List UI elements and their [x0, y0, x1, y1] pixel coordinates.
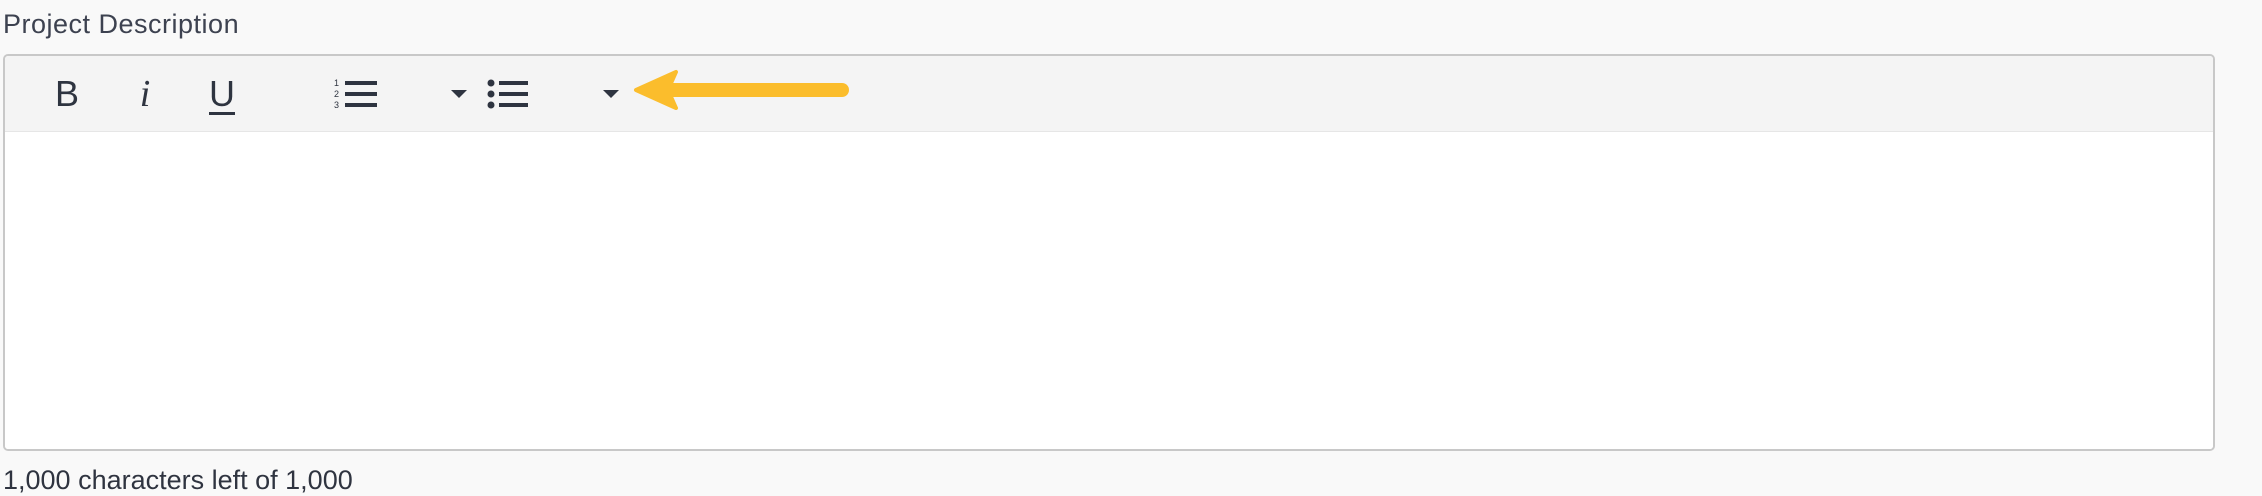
underline-button[interactable]: U	[197, 70, 247, 118]
ordered-list-button[interactable]: 1 2 3	[329, 70, 383, 118]
unordered-list-dropdown[interactable]	[597, 70, 625, 118]
unordered-list-icon	[487, 79, 528, 109]
bold-icon: B	[54, 73, 79, 114]
svg-text:3: 3	[334, 100, 339, 110]
caret-down-icon	[451, 90, 467, 98]
page: Project Description B i U 1 2 3 1,000 ch…	[0, 0, 2262, 496]
caret-down-icon	[603, 90, 619, 98]
bold-button[interactable]: B	[45, 70, 89, 118]
editor-content-area[interactable]	[5, 133, 2213, 449]
italic-icon: i	[139, 73, 151, 115]
ordered-list-dropdown[interactable]	[445, 70, 473, 118]
character-count: 1,000 characters left of 1,000	[3, 465, 353, 495]
underline-icon: U	[209, 73, 235, 114]
unordered-list-button[interactable]	[483, 70, 533, 118]
rich-text-editor: B i U 1 2 3	[3, 54, 2215, 451]
ordered-list-icon: 1 2 3	[334, 78, 377, 110]
italic-button[interactable]: i	[123, 70, 167, 118]
field-label: Project Description	[3, 9, 240, 39]
arrow-left-icon	[634, 70, 849, 110]
svg-text:2: 2	[334, 89, 339, 99]
editor-toolbar: B i U 1 2 3	[5, 56, 2213, 132]
svg-text:1: 1	[334, 78, 339, 88]
